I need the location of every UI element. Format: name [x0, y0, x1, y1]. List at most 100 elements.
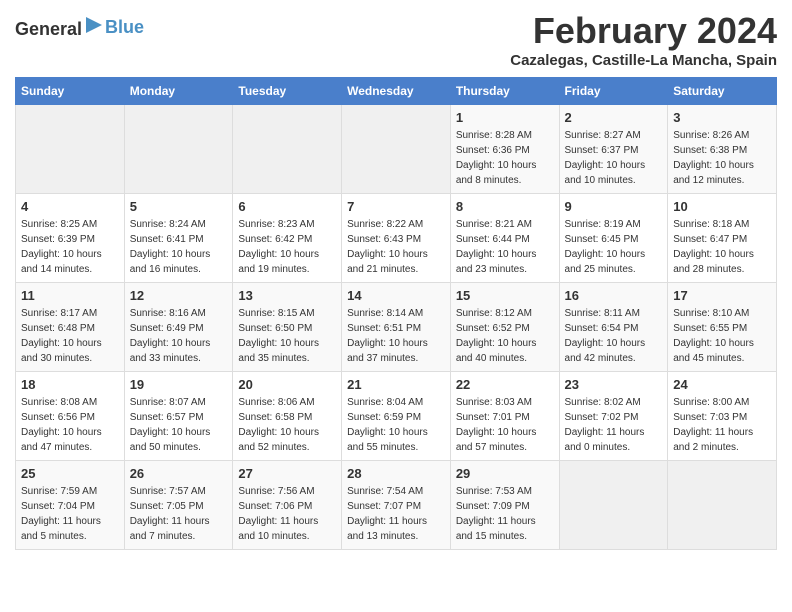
calendar-cell: 9Sunrise: 8:19 AM Sunset: 6:45 PM Daylig… — [559, 194, 668, 283]
calendar-cell: 27 Sunrise: 7:56 AM Sunset: 7:06 PM Dayli… — [233, 461, 342, 550]
calendar-cell: 8 Sunrise: 8:21 AM Sunset: 6:44 PM Daylig… — [450, 194, 559, 283]
day-number: 2 — [565, 110, 663, 125]
weekday-header-friday: Friday — [559, 78, 668, 105]
day-info: Sunrise: 8:18 AM Sunset: 6:47 PM Dayligh… — [673, 217, 771, 277]
day-info: Sunrise: 8:26 AM Sunset: 6:38 PM Dayligh… — [673, 128, 771, 188]
day-number: 28 — [347, 466, 445, 481]
weekday-header-monday: Monday — [124, 78, 233, 105]
calendar-cell: 2 Sunrise: 8:27 AM Sunset: 6:37 PM Daylig… — [559, 105, 668, 194]
calendar-cell: 19 Sunrise: 8:07 AM Sunset: 6:57 PM Dayli… — [124, 372, 233, 461]
day-info: Sunrise: 8:06 AM Sunset: 6:58 PM Dayligh… — [238, 395, 336, 455]
day-info: Sunrise: 8:19 AM Sunset: 6:45 PM Dayligh… — [565, 217, 663, 277]
day-info: Sunrise: 8:03 AM Sunset: 7:01 PM Dayligh… — [456, 395, 554, 455]
title-area: February 2024 Cazalegas, Castille-La Man… — [510, 10, 777, 69]
calendar-cell: 25 Sunrise: 7:59 AM Sunset: 7:04 PM Dayli… — [16, 461, 125, 550]
calendar-cell: 17Sunrise: 8:10 AM Sunset: 6:55 PM Dayli… — [668, 283, 777, 372]
day-info: Sunrise: 8:21 AM Sunset: 6:44 PM Dayligh… — [456, 217, 554, 277]
day-info: Sunrise: 8:10 AM Sunset: 6:55 PM Dayligh… — [673, 306, 771, 366]
weekday-header-row: SundayMondayTuesdayWednesdayThursdayFrid… — [16, 78, 777, 105]
calendar-cell — [559, 461, 668, 550]
day-info: Sunrise: 8:08 AM Sunset: 6:56 PM Dayligh… — [21, 395, 119, 455]
day-number: 24 — [673, 377, 771, 392]
page-title: February 2024 — [510, 10, 777, 52]
day-number: 25 — [21, 466, 119, 481]
day-info: Sunrise: 7:56 AM Sunset: 7:06 PM Dayligh… — [238, 484, 336, 544]
day-number: 10 — [673, 199, 771, 214]
calendar-cell: 10 Sunrise: 8:18 AM Sunset: 6:47 PM Dayli… — [668, 194, 777, 283]
day-number: 5 — [130, 199, 228, 214]
day-number: 16 — [565, 288, 663, 303]
day-info: Sunrise: 7:59 AM Sunset: 7:04 PM Dayligh… — [21, 484, 119, 544]
calendar-cell: 21Sunrise: 8:04 AM Sunset: 6:59 PM Dayli… — [342, 372, 451, 461]
weekday-header-tuesday: Tuesday — [233, 78, 342, 105]
calendar-header: SundayMondayTuesdayWednesdayThursdayFrid… — [16, 78, 777, 105]
day-number: 14 — [347, 288, 445, 303]
calendar-cell — [124, 105, 233, 194]
day-number: 11 — [21, 288, 119, 303]
calendar-table: SundayMondayTuesdayWednesdayThursdayFrid… — [15, 77, 777, 550]
day-info: Sunrise: 7:54 AM Sunset: 7:07 PM Dayligh… — [347, 484, 445, 544]
day-info: Sunrise: 8:23 AM Sunset: 6:42 PM Dayligh… — [238, 217, 336, 277]
day-info: Sunrise: 8:07 AM Sunset: 6:57 PM Dayligh… — [130, 395, 228, 455]
day-number: 18 — [21, 377, 119, 392]
day-info: Sunrise: 8:02 AM Sunset: 7:02 PM Dayligh… — [565, 395, 663, 455]
calendar-cell: 20 Sunrise: 8:06 AM Sunset: 6:58 PM Dayli… — [233, 372, 342, 461]
day-number: 8 — [456, 199, 554, 214]
day-info: Sunrise: 7:57 AM Sunset: 7:05 PM Dayligh… — [130, 484, 228, 544]
calendar-cell: 22 Sunrise: 8:03 AM Sunset: 7:01 PM Dayli… — [450, 372, 559, 461]
calendar-cell: 14Sunrise: 8:14 AM Sunset: 6:51 PM Dayli… — [342, 283, 451, 372]
calendar-cell: 1 Sunrise: 8:28 AM Sunset: 6:36 PM Daylig… — [450, 105, 559, 194]
logo-blue-text: Blue — [105, 17, 144, 37]
weekday-header-wednesday: Wednesday — [342, 78, 451, 105]
weekday-header-saturday: Saturday — [668, 78, 777, 105]
calendar-cell: 23Sunrise: 8:02 AM Sunset: 7:02 PM Dayli… — [559, 372, 668, 461]
day-info: Sunrise: 8:22 AM Sunset: 6:43 PM Dayligh… — [347, 217, 445, 277]
day-number: 4 — [21, 199, 119, 214]
day-number: 13 — [238, 288, 336, 303]
logo: General Blue — [15, 15, 144, 40]
day-number: 29 — [456, 466, 554, 481]
day-info: Sunrise: 8:04 AM Sunset: 6:59 PM Dayligh… — [347, 395, 445, 455]
day-number: 6 — [238, 199, 336, 214]
weekday-header-thursday: Thursday — [450, 78, 559, 105]
day-number: 12 — [130, 288, 228, 303]
page-header: General Blue February 2024 Cazalegas, Ca… — [15, 10, 777, 69]
logo-general-text: General — [15, 19, 82, 39]
calendar-cell: 5 Sunrise: 8:24 AM Sunset: 6:41 PM Daylig… — [124, 194, 233, 283]
day-info: Sunrise: 8:11 AM Sunset: 6:54 PM Dayligh… — [565, 306, 663, 366]
day-info: Sunrise: 8:16 AM Sunset: 6:49 PM Dayligh… — [130, 306, 228, 366]
day-info: Sunrise: 8:15 AM Sunset: 6:50 PM Dayligh… — [238, 306, 336, 366]
day-number: 15 — [456, 288, 554, 303]
day-number: 19 — [130, 377, 228, 392]
calendar-cell: 16 Sunrise: 8:11 AM Sunset: 6:54 PM Dayli… — [559, 283, 668, 372]
day-number: 1 — [456, 110, 554, 125]
day-info: Sunrise: 8:24 AM Sunset: 6:41 PM Dayligh… — [130, 217, 228, 277]
day-info: Sunrise: 7:53 AM Sunset: 7:09 PM Dayligh… — [456, 484, 554, 544]
day-number: 22 — [456, 377, 554, 392]
day-info: Sunrise: 8:27 AM Sunset: 6:37 PM Dayligh… — [565, 128, 663, 188]
calendar-cell: 13 Sunrise: 8:15 AM Sunset: 6:50 PM Dayli… — [233, 283, 342, 372]
calendar-cell: 18 Sunrise: 8:08 AM Sunset: 6:56 PM Dayli… — [16, 372, 125, 461]
week-row-3: 11 Sunrise: 8:17 AM Sunset: 6:48 PM Dayli… — [16, 283, 777, 372]
week-row-2: 4 Sunrise: 8:25 AM Sunset: 6:39 PM Daylig… — [16, 194, 777, 283]
day-info: Sunrise: 8:12 AM Sunset: 6:52 PM Dayligh… — [456, 306, 554, 366]
day-number: 7 — [347, 199, 445, 214]
calendar-cell: 26 Sunrise: 7:57 AM Sunset: 7:05 PM Dayli… — [124, 461, 233, 550]
day-number: 27 — [238, 466, 336, 481]
calendar-cell: 3 Sunrise: 8:26 AM Sunset: 6:38 PM Daylig… — [668, 105, 777, 194]
day-number: 26 — [130, 466, 228, 481]
calendar-cell: 11 Sunrise: 8:17 AM Sunset: 6:48 PM Dayli… — [16, 283, 125, 372]
day-info: Sunrise: 8:28 AM Sunset: 6:36 PM Dayligh… — [456, 128, 554, 188]
calendar-cell — [16, 105, 125, 194]
day-number: 3 — [673, 110, 771, 125]
calendar-cell — [342, 105, 451, 194]
week-row-5: 25 Sunrise: 7:59 AM Sunset: 7:04 PM Dayli… — [16, 461, 777, 550]
calendar-cell — [233, 105, 342, 194]
day-number: 20 — [238, 377, 336, 392]
week-row-4: 18 Sunrise: 8:08 AM Sunset: 6:56 PM Dayli… — [16, 372, 777, 461]
calendar-cell: 6 Sunrise: 8:23 AM Sunset: 6:42 PM Daylig… — [233, 194, 342, 283]
page-subtitle: Cazalegas, Castille-La Mancha, Spain — [510, 52, 777, 69]
day-info: Sunrise: 8:25 AM Sunset: 6:39 PM Dayligh… — [21, 217, 119, 277]
calendar-cell: 7 Sunrise: 8:22 AM Sunset: 6:43 PM Daylig… — [342, 194, 451, 283]
day-info: Sunrise: 8:17 AM Sunset: 6:48 PM Dayligh… — [21, 306, 119, 366]
